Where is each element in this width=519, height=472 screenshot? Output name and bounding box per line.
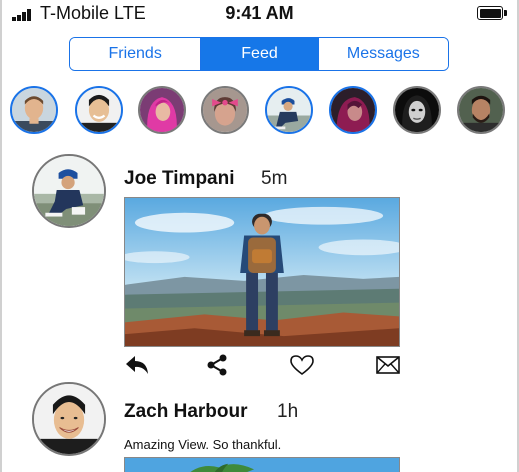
mail-icon[interactable]	[375, 352, 401, 378]
reply-icon[interactable]	[124, 352, 150, 378]
segmented-tab-control: Friends Feed Messages	[69, 37, 449, 71]
story-avatar[interactable]	[138, 86, 186, 134]
story-avatar[interactable]	[393, 86, 441, 134]
post-photo[interactable]	[124, 197, 400, 347]
post-author-avatar[interactable]	[32, 382, 106, 456]
post-timestamp: 5m	[261, 168, 288, 189]
tab-feed[interactable]: Feed	[200, 38, 318, 70]
stories-row	[10, 86, 515, 136]
story-avatar[interactable]	[329, 86, 377, 134]
battery-full-icon	[477, 6, 507, 20]
phone-frame-left	[0, 0, 2, 472]
post-caption: Amazing View. So thankful.	[124, 437, 282, 452]
post-author-name[interactable]: Joe Timpani	[124, 168, 235, 190]
heart-icon[interactable]	[289, 352, 315, 378]
story-avatar[interactable]	[10, 86, 58, 134]
post-author-name[interactable]: Zach Harbour	[124, 401, 248, 423]
post-photo[interactable]	[124, 457, 400, 472]
story-avatar[interactable]	[201, 86, 249, 134]
story-avatar[interactable]	[75, 86, 123, 134]
status-bar: T-Mobile LTE 9:41 AM	[0, 0, 519, 26]
post-author-avatar[interactable]	[32, 154, 106, 228]
tab-friends[interactable]: Friends	[70, 38, 201, 70]
post-timestamp: 1h	[277, 401, 299, 422]
tab-messages[interactable]: Messages	[317, 38, 448, 70]
story-avatar[interactable]	[457, 86, 505, 134]
story-avatar[interactable]	[265, 86, 313, 134]
share-icon[interactable]	[204, 352, 230, 378]
post-action-bar	[124, 352, 400, 378]
status-time: 9:41 AM	[225, 3, 294, 23]
